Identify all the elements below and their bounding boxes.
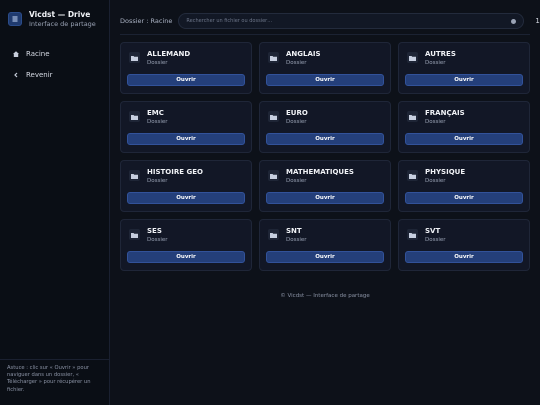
topbar: Dossier : Racine 12 [120,12,540,30]
folder-type: Dossier [425,178,446,184]
brand: Vicdst — Drive Interface de partage [0,0,109,29]
folder-type: Dossier [286,119,307,125]
search-input[interactable] [186,18,512,24]
folder-icon [407,111,418,122]
folder-card: HISTOIRE GEO Dossier Ouvrir [120,160,252,212]
app-title: Vicdst — Drive [29,10,91,19]
folder-name: FRANÇAIS [425,109,465,117]
open-button[interactable]: Ouvrir [127,251,245,263]
folder-type: Dossier [286,237,307,243]
folder-card: SES Dossier Ouvrir [120,219,252,271]
folder-name: HISTOIRE GEO [147,168,203,176]
folder-name: MATHEMATIQUES [286,168,354,176]
folder-card: EURO Dossier Ouvrir [259,101,391,153]
help-tip: Astuce : clic sur « Ouvrir » pour navigu… [0,359,110,399]
footer: © Vicdst — Interface de partage [280,293,370,299]
home-icon [12,50,22,58]
open-button[interactable]: Ouvrir [266,74,384,86]
folder-card: MATHEMATIQUES Dossier Ouvrir [259,160,391,212]
folder-name: AUTRES [425,50,456,58]
open-button[interactable]: Ouvrir [127,133,245,145]
folder-icon [268,229,279,240]
open-button[interactable]: Ouvrir [127,192,245,204]
sidebar-item-label: Racine [26,50,50,58]
folder-name: SVT [425,227,441,235]
folder-type: Dossier [425,119,446,125]
folder-icon [407,170,418,181]
folder-icon [268,111,279,122]
folder-type: Dossier [286,60,307,66]
folder-name: ALLEMAND [147,50,191,58]
search-box [178,13,525,29]
folder-type: Dossier [147,119,168,125]
folder-type: Dossier [147,60,168,66]
sidebar-item-racine[interactable]: Racine [0,47,109,61]
drive-logo-icon [8,12,22,26]
breadcrumb: Dossier : Racine [120,17,173,25]
sidebar-nav: Racine Revenir [0,47,109,82]
sidebar-item-revenir[interactable]: Revenir [0,68,109,82]
folder-icon [407,52,418,63]
folder-name: EURO [286,109,308,117]
folder-icon [268,170,279,181]
sidebar-item-label: Revenir [26,71,53,79]
folder-card: ANGLAIS Dossier Ouvrir [259,42,391,94]
sidebar: Vicdst — Drive Interface de partage Raci… [0,0,110,405]
divider [120,34,530,35]
folder-card: PHYSIQUE Dossier Ouvrir [398,160,530,212]
folder-card: FRANÇAIS Dossier Ouvrir [398,101,530,153]
folder-name: PHYSIQUE [425,168,466,176]
folder-card: AUTRES Dossier Ouvrir [398,42,530,94]
open-button[interactable]: Ouvrir [405,74,523,86]
folder-name: ANGLAIS [286,50,321,58]
folder-name: SNT [286,227,302,235]
folder-icon [129,111,140,122]
folder-icon [129,170,140,181]
folder-card: SVT Dossier Ouvrir [398,219,530,271]
folder-type: Dossier [147,237,168,243]
folder-type: Dossier [425,237,446,243]
open-button[interactable]: Ouvrir [405,251,523,263]
folder-card: ALLEMAND Dossier Ouvrir [120,42,252,94]
open-button[interactable]: Ouvrir [266,192,384,204]
folder-icon [407,229,418,240]
folder-icon [129,52,140,63]
folder-icon [129,229,140,240]
folder-name: SES [147,227,162,235]
item-count: 12 [535,17,540,25]
folder-card: SNT Dossier Ouvrir [259,219,391,271]
open-button[interactable]: Ouvrir [266,251,384,263]
folder-type: Dossier [147,178,168,184]
folder-name: EMC [147,109,164,117]
folder-card: EMC Dossier Ouvrir [120,101,252,153]
search-status-icon [511,18,517,24]
main-content: Dossier : Racine 12 ALLEMAND Dossier Ouv… [110,0,540,405]
folder-type: Dossier [425,60,446,66]
folder-type: Dossier [286,178,307,184]
open-button[interactable]: Ouvrir [266,133,384,145]
app-subtitle: Interface de partage [29,20,96,28]
folder-icon [268,52,279,63]
open-button[interactable]: Ouvrir [405,133,523,145]
open-button[interactable]: Ouvrir [127,74,245,86]
open-button[interactable]: Ouvrir [405,192,523,204]
chevron-left-icon [12,71,22,79]
